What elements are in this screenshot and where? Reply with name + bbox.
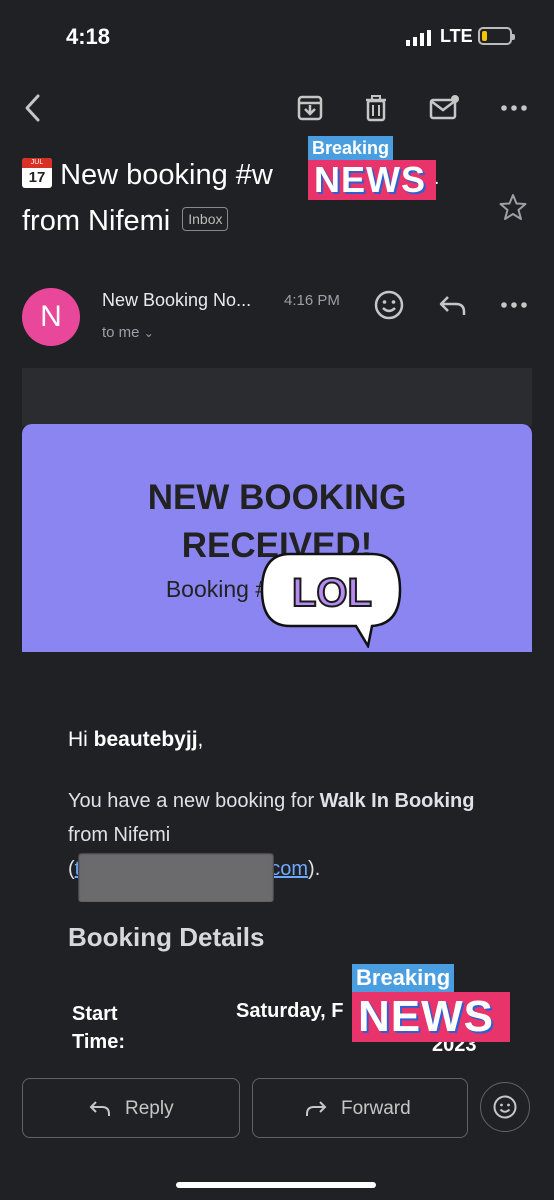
subject-text-line2: from Nifemi [22, 205, 171, 237]
emoji-reaction-icon[interactable] [372, 288, 406, 322]
lol-speech-bubble-sticker: LOL [260, 552, 402, 648]
start-time-value: Saturday, F [236, 1000, 344, 1022]
breaking-news-sticker-2: Breaking NEWS [352, 964, 510, 1042]
redaction-box [78, 852, 274, 902]
booking-details-heading: Booking Details [68, 922, 265, 952]
home-indicator [176, 1182, 376, 1188]
email-time: 4:16 PM [284, 292, 340, 309]
status-time: 4:18 [66, 24, 111, 49]
inbox-label-chip[interactable]: Inbox [182, 207, 229, 231]
reply-arrow-icon [89, 1101, 110, 1116]
forward-button[interactable]: Forward [252, 1078, 468, 1138]
reply-button[interactable]: Reply [22, 1078, 240, 1138]
mark-unread-mail-icon[interactable] [428, 92, 460, 124]
sender-avatar[interactable]: N [22, 288, 80, 346]
sender-name[interactable]: New Booking No... [102, 290, 251, 311]
signal-icon [406, 30, 431, 46]
chevron-down-icon: ⌄ [143, 326, 154, 340]
breaking-news-sticker: Breaking NEWS [308, 136, 436, 200]
reply-icon[interactable] [436, 288, 470, 322]
more-options-icon[interactable] [498, 92, 530, 124]
trash-icon[interactable] [360, 92, 392, 124]
svg-text:LOL: LOL [292, 571, 372, 615]
calendar-emoji-icon: JUL 17 [22, 158, 52, 188]
smiley-icon [493, 1095, 517, 1119]
star-icon[interactable] [498, 192, 528, 222]
subject-text-start: New booking #w [60, 159, 273, 191]
archive-icon[interactable] [294, 92, 326, 124]
recipient-details[interactable]: to me ⌄ [102, 324, 154, 341]
sender-more-icon[interactable] [498, 288, 532, 322]
forward-arrow-icon [306, 1101, 327, 1116]
back-arrow-icon[interactable] [18, 92, 50, 124]
network-label: LTE [440, 26, 473, 46]
start-time-label: Start Time: [72, 1003, 125, 1053]
add-reaction-button[interactable] [480, 1082, 530, 1132]
greeting: Hi beautebyjj, [68, 728, 204, 751]
battery-icon [478, 27, 515, 45]
email-header-band [22, 368, 532, 426]
